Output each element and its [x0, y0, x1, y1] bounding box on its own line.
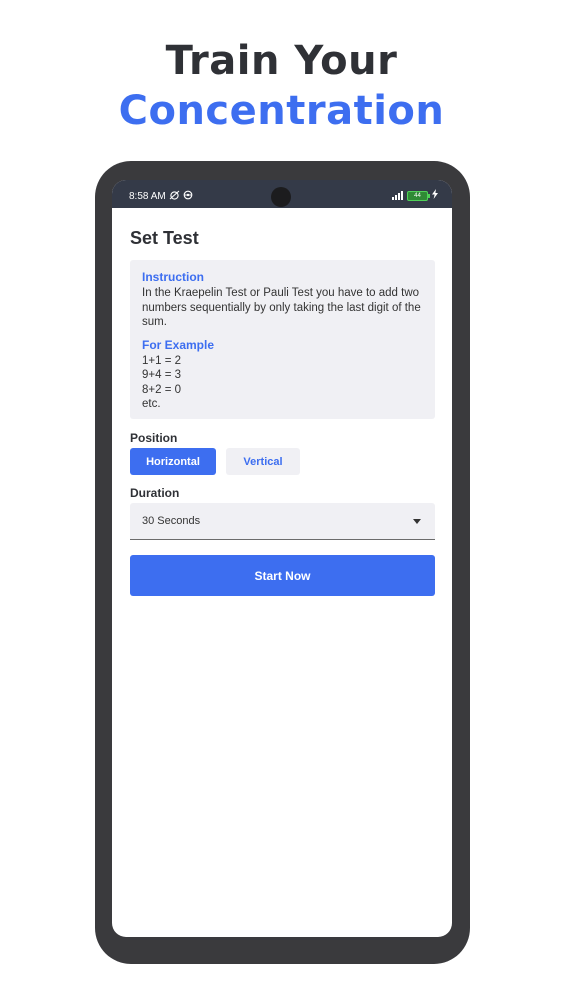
example-line: etc.: [142, 398, 161, 410]
charging-icon: [432, 189, 438, 202]
page-title: Set Test: [130, 228, 199, 248]
horizontal-button[interactable]: Horizontal: [130, 448, 216, 475]
position-label: Position: [130, 431, 178, 445]
status-time: 8:58 AM: [129, 191, 166, 202]
example-line: 9+4 = 3: [142, 369, 182, 381]
headline-line-1: Train Your: [165, 38, 398, 84]
vertical-button[interactable]: Vertical: [226, 448, 300, 475]
battery-icon: 44: [407, 190, 430, 201]
status-right: 44: [392, 189, 438, 202]
vpn-icon: [183, 190, 193, 203]
instruction-panel: Instruction In the Kraepelin Test or Pau…: [130, 260, 435, 419]
duration-select-value: 30 Seconds: [142, 515, 201, 527]
phone-screen: 8:58 AM 44 Set Test Instruction In the K…: [112, 180, 452, 937]
example-line: 8+2 = 0: [142, 383, 182, 396]
duration-label: Duration: [130, 486, 180, 500]
battery-level: 44: [414, 192, 421, 199]
status-left: 8:58 AM: [129, 190, 193, 203]
instruction-heading: Instruction: [142, 270, 204, 284]
status-bar: 8:58 AM 44: [112, 180, 452, 208]
example-line: 1+1 = 2: [142, 354, 182, 367]
alarm-off-icon: [169, 190, 180, 203]
start-now-button[interactable]: Start Now: [130, 555, 435, 596]
signal-icon: [392, 191, 403, 200]
phone-frame: 8:58 AM 44 Set Test Instruction In the K…: [95, 161, 470, 964]
example-heading: For Example: [142, 337, 215, 352]
front-camera: [271, 187, 291, 207]
headline-line-2: Concentration: [118, 88, 445, 134]
caret-down-icon: [413, 519, 421, 524]
duration-select[interactable]: 30 Seconds: [130, 503, 435, 540]
instruction-text: In the Kraepelin Test or Pauli Test you …: [142, 287, 421, 328]
